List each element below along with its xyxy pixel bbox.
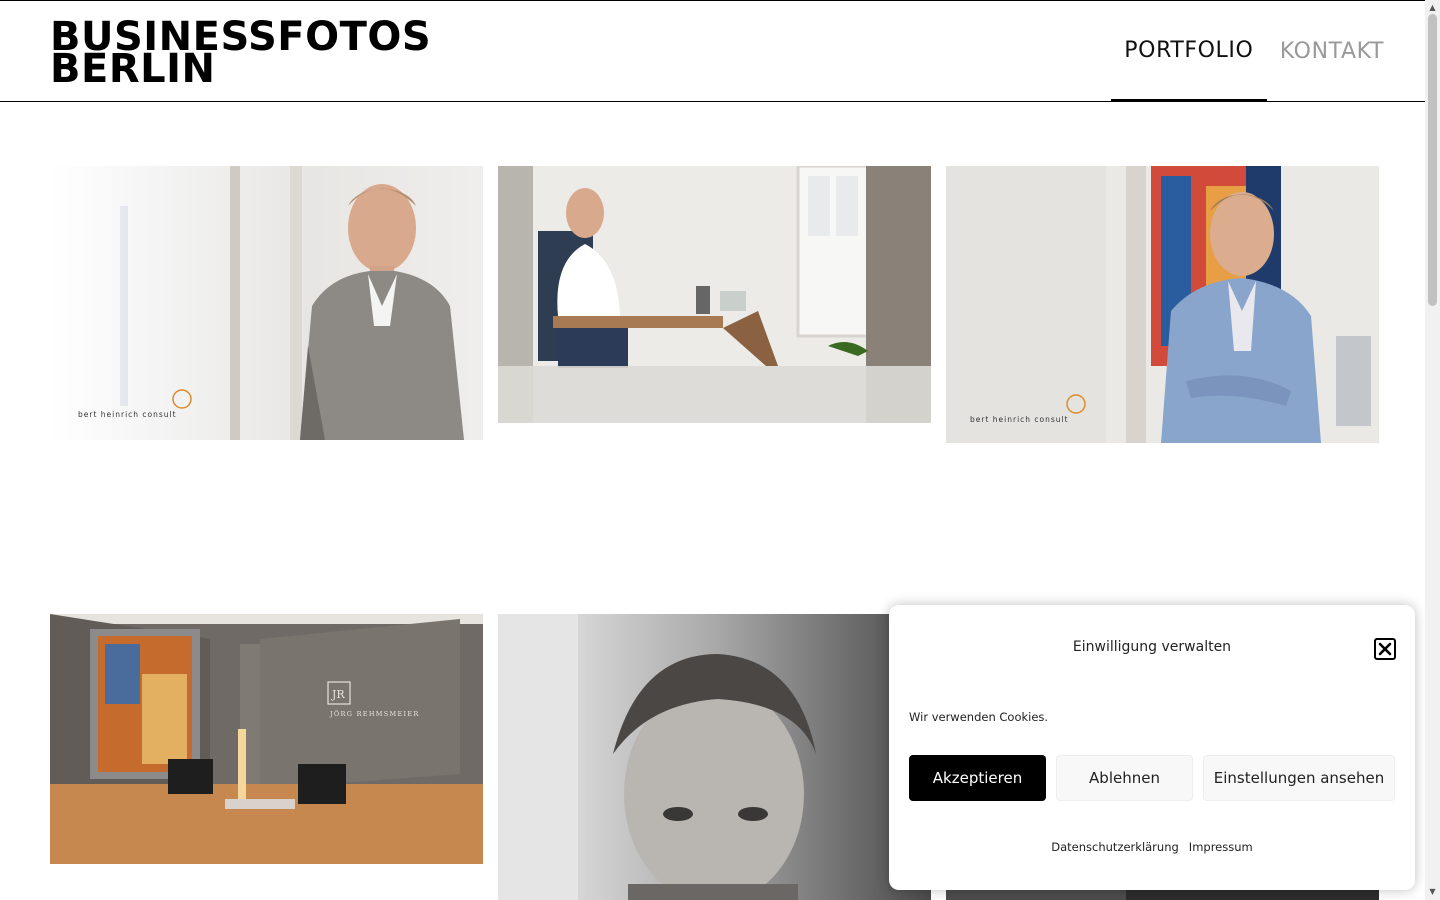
close-x-glyph <box>1378 642 1392 656</box>
gallery-image-3[interactable]: bert heinrich consult <box>946 166 1379 443</box>
cookie-links: Datenschutzerklärung Impressum <box>889 840 1415 854</box>
deny-button[interactable]: Ablehnen <box>1056 755 1193 801</box>
svg-text:JÖRG REHMSMEIER: JÖRG REHMSMEIER <box>329 709 420 718</box>
businessman-desk-photo <box>498 166 931 423</box>
scroll-up-icon[interactable]: ▲ <box>1425 2 1440 14</box>
accept-button[interactable]: Akzeptieren <box>909 755 1046 801</box>
imprint-link[interactable]: Impressum <box>1189 840 1253 854</box>
gallery-image-4[interactable]: JR JÖRG REHMSMEIER <box>50 614 483 864</box>
gallery-image-5[interactable] <box>498 614 931 900</box>
businessman-standing-photo: bert heinrich consult <box>50 166 483 440</box>
main-nav: PORTFOLIO KONTAKT <box>1110 1 1425 101</box>
nav-portfolio[interactable]: PORTFOLIO <box>1110 1 1267 101</box>
page: BUSINESSFOTOS BERLIN PORTFOLIO KONTAKT b… <box>0 0 1425 900</box>
site-header: BUSINESSFOTOS BERLIN PORTFOLIO KONTAKT <box>0 0 1425 102</box>
cookie-title: Einwilligung verwalten <box>1072 639 1232 655</box>
svg-text:bert heinrich consult: bert heinrich consult <box>78 410 177 419</box>
nav-kontakt[interactable]: KONTAKT <box>1267 1 1425 101</box>
vertical-scrollbar[interactable]: ▲ ▼ <box>1425 0 1440 900</box>
cookie-consent-dialog: Einwilligung verwalten Wir verwenden Coo… <box>889 605 1415 890</box>
businessman-blue-jacket-photo: bert heinrich consult <box>946 166 1379 443</box>
scroll-thumb[interactable] <box>1428 14 1437 306</box>
gallery-image-1[interactable]: bert heinrich consult <box>50 166 483 440</box>
svg-text:bert heinrich consult: bert heinrich consult <box>970 415 1069 424</box>
scroll-down-icon[interactable]: ▼ <box>1425 886 1440 898</box>
headshot-bw-photo <box>498 614 931 900</box>
site-logo[interactable]: BUSINESSFOTOS BERLIN <box>50 17 431 89</box>
gallery-image-2[interactable] <box>498 166 931 423</box>
office-lobby-photo: JR JÖRG REHMSMEIER <box>50 614 483 864</box>
close-icon[interactable] <box>1374 638 1396 660</box>
svg-text:JR: JR <box>331 688 345 701</box>
view-settings-button[interactable]: Einstellungen ansehen <box>1203 755 1395 801</box>
cookie-text: Wir verwenden Cookies. <box>909 710 1049 724</box>
privacy-link[interactable]: Datenschutzerklärung <box>1051 840 1179 854</box>
